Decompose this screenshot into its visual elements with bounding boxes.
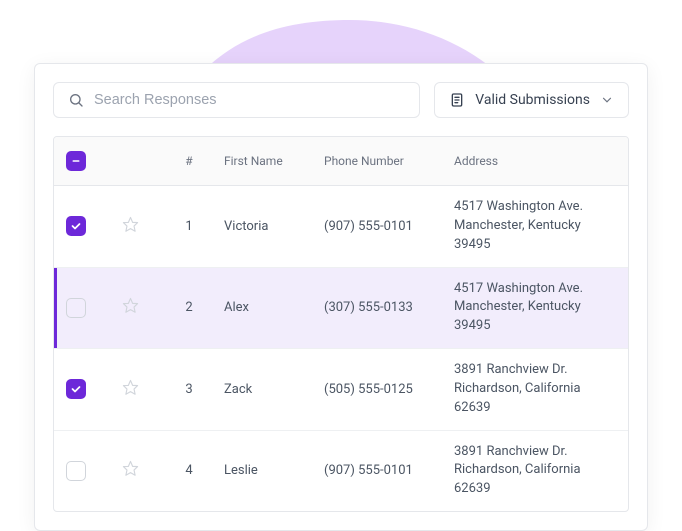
star-icon[interactable] — [122, 379, 139, 396]
cell-first-name: Victoria — [216, 207, 316, 246]
cell-phone: (907) 555-0101 — [316, 207, 446, 246]
table-row[interactable]: 3Zack(505) 555-01253891 Ranchview Dr. Ri… — [54, 349, 628, 431]
star-icon[interactable] — [122, 297, 139, 314]
star-icon[interactable] — [122, 216, 139, 233]
cell-first-name: Leslie — [216, 451, 316, 490]
cell-index: 1 — [162, 207, 216, 246]
col-address: Address — [446, 140, 628, 182]
cell-address: 3891 Ranchview Dr. Richardson, Californi… — [446, 349, 628, 430]
responses-card: Valid Submissions # First Name Phone Num… — [34, 63, 648, 531]
row-checkbox[interactable] — [66, 216, 86, 236]
col-phone: Phone Number — [316, 140, 446, 182]
table-header: # First Name Phone Number Address — [54, 137, 628, 186]
chevron-down-icon — [600, 93, 614, 107]
responses-table: # First Name Phone Number Address 1Victo… — [53, 136, 629, 512]
col-first-name: First Name — [216, 140, 316, 182]
cell-address: 4517 Washington Ave. Manchester, Kentuck… — [446, 186, 628, 267]
filter-dropdown[interactable]: Valid Submissions — [434, 82, 629, 118]
cell-address: 3891 Ranchview Dr. Richardson, Californi… — [446, 431, 628, 512]
cell-first-name: Alex — [216, 288, 316, 327]
row-checkbox[interactable] — [66, 379, 86, 399]
cell-phone: (907) 555-0101 — [316, 451, 446, 490]
table-row[interactable]: 4Leslie(907) 555-01013891 Ranchview Dr. … — [54, 431, 628, 512]
cell-phone: (505) 555-0125 — [316, 370, 446, 409]
row-checkbox[interactable] — [66, 298, 86, 318]
cell-phone: (307) 555-0133 — [316, 288, 446, 327]
filter-label: Valid Submissions — [475, 92, 590, 108]
toolbar: Valid Submissions — [53, 82, 629, 118]
search-field[interactable] — [53, 82, 420, 118]
cell-index: 3 — [162, 370, 216, 409]
row-checkbox[interactable] — [66, 461, 86, 481]
cell-address: 4517 Washington Ave. Manchester, Kentuck… — [446, 268, 628, 349]
table-row[interactable]: 1Victoria(907) 555-01014517 Washington A… — [54, 186, 628, 268]
cell-index: 4 — [162, 451, 216, 490]
table-row[interactable]: 2Alex(307) 555-01334517 Washington Ave. … — [54, 268, 628, 350]
select-all-checkbox[interactable] — [66, 151, 86, 171]
document-icon — [449, 92, 465, 108]
search-input[interactable] — [94, 92, 405, 108]
table-body: 1Victoria(907) 555-01014517 Washington A… — [54, 186, 628, 511]
cell-index: 2 — [162, 288, 216, 327]
col-index: # — [162, 140, 216, 182]
star-icon[interactable] — [122, 460, 139, 477]
search-icon — [68, 92, 84, 108]
cell-first-name: Zack — [216, 370, 316, 409]
